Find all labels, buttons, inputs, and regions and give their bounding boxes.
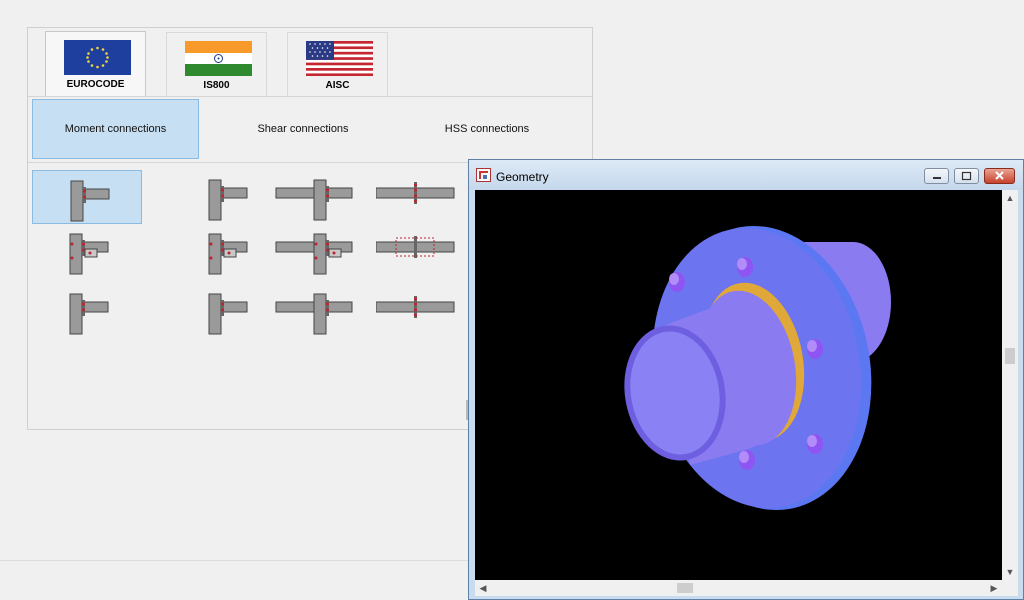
design-code-tabs: EUROCODE IS800 AISC bbox=[28, 28, 592, 97]
double-beam-stiffened-icon bbox=[275, 233, 353, 275]
connection-template-3[interactable] bbox=[268, 170, 378, 224]
minimize-icon bbox=[933, 177, 941, 179]
tab-hss-connections[interactable]: HSS connections bbox=[402, 99, 572, 159]
geometry-window: Geometry ▲ ▼ ◀ ▶ bbox=[468, 159, 1024, 600]
vertical-scroll-thumb[interactable] bbox=[1005, 348, 1015, 364]
vertical-scrollbar[interactable]: ▲ ▼ bbox=[1002, 190, 1018, 580]
tab-eurocode-label: EUROCODE bbox=[66, 79, 125, 90]
close-icon bbox=[995, 171, 1004, 180]
scroll-right-icon[interactable]: ▶ bbox=[986, 580, 1002, 596]
horizontal-scroll-thumb[interactable] bbox=[677, 583, 693, 593]
double-beam-column-icon bbox=[275, 179, 353, 221]
maximize-button[interactable] bbox=[954, 168, 979, 184]
column-beam-flush-icon bbox=[69, 293, 109, 335]
tab-eurocode[interactable]: EUROCODE bbox=[45, 31, 146, 97]
tab-is800[interactable]: IS800 bbox=[166, 32, 267, 96]
connection-template-2[interactable] bbox=[171, 170, 281, 224]
close-button[interactable] bbox=[984, 168, 1015, 184]
column-beam-simple-icon bbox=[208, 293, 248, 335]
double-beam-flush-icon bbox=[275, 293, 353, 335]
geometry-3d-viewport[interactable] bbox=[475, 190, 1002, 580]
connection-template-10[interactable] bbox=[171, 284, 281, 338]
geometry-titlebar[interactable]: Geometry bbox=[469, 160, 1023, 190]
india-flag-icon bbox=[185, 41, 252, 76]
maximize-icon bbox=[961, 171, 972, 181]
flanged-pipe-3d-model bbox=[624, 225, 891, 511]
app-logo-icon bbox=[476, 168, 491, 182]
column-beam-stiffened-icon bbox=[69, 233, 109, 275]
connection-template-1[interactable] bbox=[32, 170, 142, 224]
tab-aisc-label: AISC bbox=[325, 80, 350, 91]
tab-moment-connections[interactable]: Moment connections bbox=[32, 99, 199, 159]
scrollbar-corner bbox=[1002, 580, 1018, 596]
connection-template-11[interactable] bbox=[268, 284, 378, 338]
tab-shear-connections[interactable]: Shear connections bbox=[218, 99, 388, 159]
column-beam-cleat-icon bbox=[208, 179, 248, 221]
eu-flag-icon bbox=[64, 40, 131, 75]
connection-template-9[interactable] bbox=[32, 284, 142, 338]
connection-type-tabs: Moment connections Shear connections HSS… bbox=[28, 97, 592, 161]
column-beam-endplate-icon bbox=[70, 180, 110, 222]
minimize-button[interactable] bbox=[924, 168, 949, 184]
usa-flag-icon bbox=[306, 41, 373, 76]
tab-is800-label: IS800 bbox=[203, 80, 230, 91]
horizontal-scrollbar[interactable]: ◀ ▶ bbox=[475, 580, 1002, 596]
connection-template-6[interactable] bbox=[171, 224, 281, 278]
scroll-left-icon[interactable]: ◀ bbox=[475, 580, 491, 596]
connection-template-7[interactable] bbox=[268, 224, 378, 278]
window-title: Geometry bbox=[496, 170, 549, 184]
scroll-up-icon[interactable]: ▲ bbox=[1002, 190, 1018, 206]
column-beam-plate-icon bbox=[208, 233, 248, 275]
tab-aisc[interactable]: AISC bbox=[287, 32, 388, 96]
scroll-down-icon[interactable]: ▼ bbox=[1002, 564, 1018, 580]
connection-template-5[interactable] bbox=[32, 224, 142, 278]
